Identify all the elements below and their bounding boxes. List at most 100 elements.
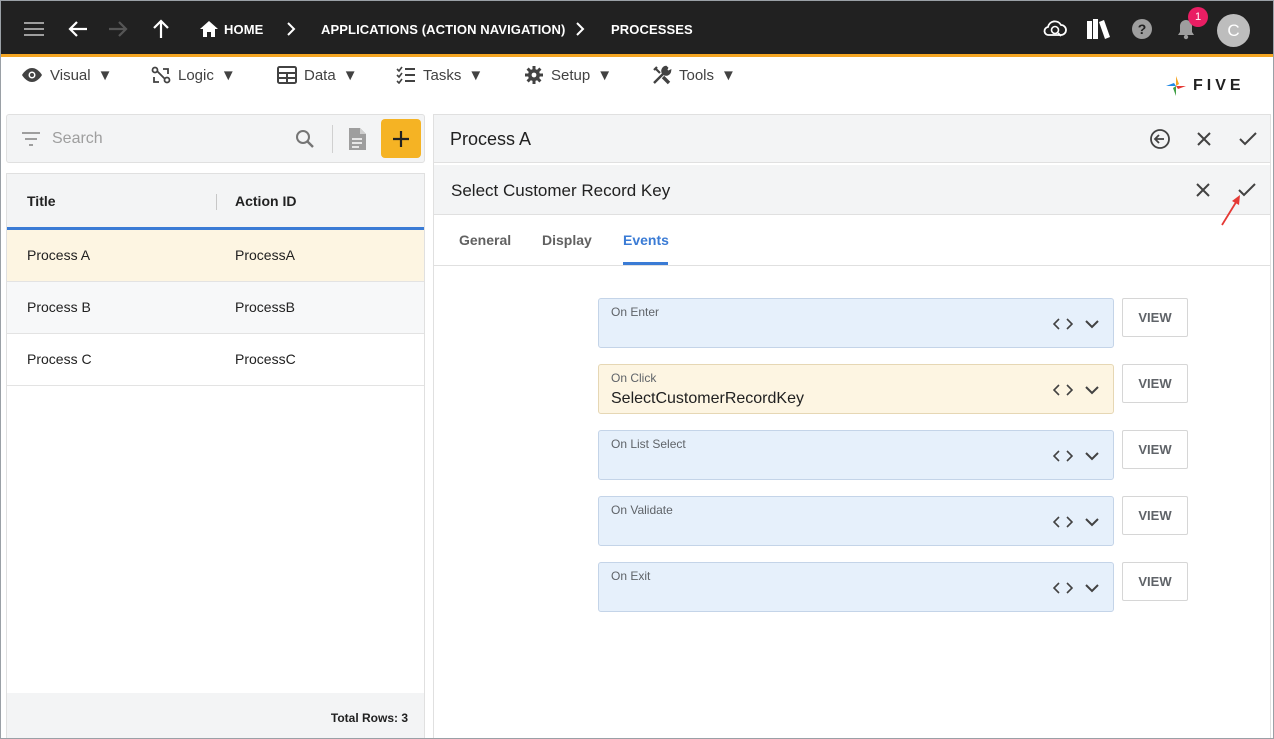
chevron-down-icon[interactable] bbox=[1081, 314, 1103, 334]
check-icon[interactable] bbox=[1234, 125, 1262, 153]
view-button[interactable]: VIEW bbox=[1122, 496, 1188, 535]
menu-visual[interactable]: Visual ▼ bbox=[21, 64, 112, 86]
tab-events[interactable]: Events bbox=[623, 232, 669, 248]
menu-visual-label: Visual bbox=[50, 66, 91, 84]
caret-down-icon: ▼ bbox=[468, 66, 484, 84]
five-logo: FIVE bbox=[1165, 74, 1245, 98]
chevron-down-icon[interactable] bbox=[1081, 512, 1103, 532]
plus-icon bbox=[393, 130, 409, 147]
search-icon[interactable] bbox=[295, 129, 315, 149]
breadcrumb-processes[interactable]: PROCESSES bbox=[611, 22, 693, 37]
active-tab-indicator bbox=[623, 262, 668, 265]
menu-tools-label: Tools bbox=[679, 66, 715, 84]
chevron-down-icon[interactable] bbox=[1081, 446, 1103, 466]
history-back-icon[interactable] bbox=[1146, 125, 1174, 153]
cell-action-id: ProcessA bbox=[235, 247, 295, 263]
add-button[interactable] bbox=[381, 119, 421, 158]
annotation-arrow-icon bbox=[1221, 195, 1240, 226]
app-window: HOME APPLICATIONS (ACTION NAVIGATION) PR… bbox=[0, 0, 1274, 739]
library-books-icon[interactable] bbox=[1084, 15, 1112, 43]
menu-data[interactable]: Data ▼ bbox=[277, 64, 358, 86]
menu-setup[interactable]: Setup ▼ bbox=[524, 64, 612, 86]
code-icon[interactable] bbox=[1051, 315, 1075, 333]
chevron-right-icon bbox=[570, 15, 590, 43]
close-icon[interactable] bbox=[1189, 176, 1217, 204]
search-panel: Search bbox=[6, 114, 425, 163]
document-icon[interactable] bbox=[347, 127, 367, 151]
five-logo-text: FIVE bbox=[1193, 77, 1245, 94]
home-icon[interactable] bbox=[195, 15, 223, 43]
menu-tasks[interactable]: Tasks ▼ bbox=[396, 64, 483, 86]
hamburger-menu-icon[interactable] bbox=[20, 15, 48, 43]
on-validate-label: On Validate bbox=[611, 503, 673, 517]
code-icon[interactable] bbox=[1051, 447, 1075, 465]
sub-record-title: Select Customer Record Key bbox=[451, 181, 671, 200]
table-row[interactable]: Process B ProcessB bbox=[7, 282, 424, 334]
code-icon[interactable] bbox=[1051, 579, 1075, 597]
view-button[interactable]: VIEW bbox=[1122, 430, 1188, 469]
menu-logic[interactable]: Logic ▼ bbox=[151, 64, 236, 86]
caret-down-icon: ▼ bbox=[342, 66, 358, 84]
table-icon bbox=[277, 66, 297, 84]
help-icon[interactable]: ? bbox=[1128, 15, 1156, 43]
on-exit-label: On Exit bbox=[611, 569, 651, 583]
search-input[interactable]: Search bbox=[52, 130, 103, 148]
tab-general[interactable]: General bbox=[459, 232, 511, 248]
tab-display[interactable]: Display bbox=[542, 232, 592, 248]
breadcrumb-home[interactable]: HOME bbox=[224, 22, 263, 37]
chevron-down-icon[interactable] bbox=[1081, 380, 1103, 400]
divider bbox=[332, 125, 333, 153]
code-icon[interactable] bbox=[1051, 513, 1075, 531]
table-row[interactable]: Process C ProcessC bbox=[7, 334, 424, 386]
caret-down-icon: ▼ bbox=[97, 66, 113, 84]
process-list: Title Action ID Process A ProcessA Proce… bbox=[6, 173, 425, 738]
tools-icon bbox=[653, 65, 672, 85]
back-arrow-icon[interactable] bbox=[64, 15, 92, 43]
filter-icon[interactable] bbox=[21, 131, 41, 147]
gear-icon bbox=[525, 66, 543, 84]
table-row[interactable]: Process A ProcessA bbox=[7, 230, 424, 282]
caret-down-icon: ▼ bbox=[597, 66, 613, 84]
up-arrow-icon[interactable] bbox=[147, 15, 175, 43]
forward-arrow-icon[interactable] bbox=[104, 15, 132, 43]
detail-panel: Process A Select Customer Record Key Gen… bbox=[433, 114, 1271, 738]
view-button[interactable]: VIEW bbox=[1122, 562, 1188, 601]
on-exit-field[interactable]: On Exit bbox=[598, 562, 1114, 612]
menu-data-label: Data bbox=[304, 66, 336, 84]
record-header: Process A bbox=[434, 115, 1270, 163]
caret-down-icon: ▼ bbox=[721, 66, 736, 84]
view-button[interactable]: VIEW bbox=[1122, 364, 1188, 403]
breadcrumb-applications[interactable]: APPLICATIONS (ACTION NAVIGATION) bbox=[321, 22, 565, 37]
column-divider bbox=[216, 194, 217, 210]
cell-action-id: ProcessB bbox=[235, 299, 295, 315]
eye-icon bbox=[22, 68, 42, 82]
code-icon[interactable] bbox=[1051, 381, 1075, 399]
on-list-select-label: On List Select bbox=[611, 437, 686, 451]
avatar[interactable]: C bbox=[1217, 14, 1250, 47]
tab-bar: General Display Events bbox=[434, 216, 1270, 266]
menu-tools[interactable]: Tools ▼ bbox=[652, 64, 736, 86]
on-click-field[interactable]: On Click SelectCustomerRecordKey bbox=[598, 364, 1114, 414]
on-enter-field[interactable]: On Enter bbox=[598, 298, 1114, 348]
on-validate-field[interactable]: On Validate bbox=[598, 496, 1114, 546]
cloud-sync-icon[interactable] bbox=[1041, 15, 1069, 43]
menu-setup-label: Setup bbox=[551, 66, 591, 84]
on-list-select-field[interactable]: On List Select bbox=[598, 430, 1114, 480]
chevron-down-icon[interactable] bbox=[1081, 578, 1103, 598]
view-button[interactable]: VIEW bbox=[1122, 298, 1188, 337]
sub-record-header: Select Customer Record Key bbox=[434, 165, 1270, 215]
cell-action-id: ProcessC bbox=[235, 351, 296, 367]
cell-title: Process C bbox=[27, 351, 92, 367]
cell-title: Process B bbox=[27, 299, 91, 315]
total-rows: Total Rows: 3 bbox=[330, 711, 408, 725]
notification-badge: 1 bbox=[1188, 7, 1208, 27]
on-click-value: SelectCustomerRecordKey bbox=[611, 390, 804, 407]
list-footer: Total Rows: 3 bbox=[7, 693, 424, 738]
column-header-title[interactable]: Title bbox=[27, 193, 56, 209]
menu-bar: Visual ▼ Logic ▼ Data ▼ Tasks ▼ Setup ▼ … bbox=[1, 58, 1273, 112]
close-icon[interactable] bbox=[1190, 125, 1218, 153]
column-header-action-id[interactable]: Action ID bbox=[235, 193, 296, 209]
cell-title: Process A bbox=[27, 247, 91, 263]
on-enter-label: On Enter bbox=[611, 305, 660, 319]
list-header: Title Action ID bbox=[7, 174, 424, 230]
